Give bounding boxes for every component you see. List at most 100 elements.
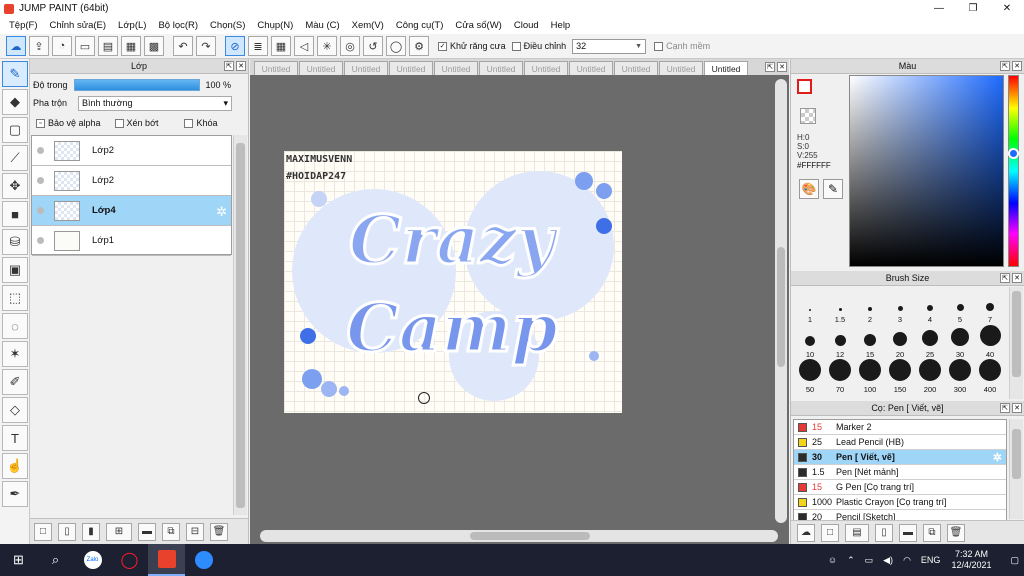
- menu-help[interactable]: Help: [545, 20, 577, 31]
- canvas-horizontal-scrollbar[interactable]: [260, 530, 778, 542]
- undo-icon[interactable]: ↶: [173, 36, 193, 56]
- brush-size-cell[interactable]: 70: [825, 359, 855, 394]
- operation-tool-icon[interactable]: ☝: [2, 453, 28, 479]
- brush-size-cell[interactable]: 7: [975, 289, 1005, 324]
- wifi-icon[interactable]: ◠: [903, 555, 911, 566]
- visibility-icon[interactable]: [37, 147, 44, 154]
- float-icon[interactable]: ⇱: [765, 62, 775, 72]
- brush-size-cell[interactable]: 300: [945, 359, 975, 394]
- concentric-ruler-icon[interactable]: ◎: [340, 36, 360, 56]
- notification-icon[interactable]: ▢: [1010, 555, 1019, 566]
- cloud-sync-icon[interactable]: ☁: [6, 36, 26, 56]
- menu-select[interactable]: Chọn(S): [204, 20, 251, 31]
- zoom-app-icon[interactable]: [185, 544, 222, 576]
- pen-row[interactable]: 15 Marker 2: [794, 420, 1006, 435]
- network-icon[interactable]: ▭: [865, 555, 874, 566]
- fill-rect-tool-icon[interactable]: ■: [2, 201, 28, 227]
- visibility-icon[interactable]: [37, 237, 44, 244]
- cloud-brush-icon[interactable]: ☁: [797, 523, 815, 542]
- merge-layer-icon[interactable]: ⊟: [186, 522, 204, 541]
- drawing-canvas[interactable]: Crazy Camp MAXIMUSVENN #HOIDAP247: [284, 151, 622, 413]
- menu-window[interactable]: Cửa số(W): [449, 20, 507, 31]
- windows-start-icon[interactable]: ⊞: [0, 544, 37, 576]
- brush-size-cell[interactable]: 10: [795, 324, 825, 359]
- foreground-color-swatch[interactable]: [797, 79, 812, 94]
- brush-size-cell[interactable]: 12: [825, 324, 855, 359]
- perspective-ruler-icon[interactable]: ◁: [294, 36, 314, 56]
- pen-row[interactable]: 1.5 Pen [Nét mảnh]: [794, 465, 1006, 480]
- hue-slider[interactable]: [1008, 75, 1019, 267]
- clock[interactable]: 7:32 AM 12/4/2021: [951, 549, 991, 571]
- brush-size-cell[interactable]: 40: [975, 324, 1005, 359]
- brush-size-cell[interactable]: 1: [795, 289, 825, 324]
- tab-document[interactable]: Untitled: [659, 61, 703, 75]
- float-icon[interactable]: ⇱: [1000, 61, 1010, 71]
- language-indicator[interactable]: ENG: [921, 555, 941, 565]
- balloon-icon[interactable]: ▭: [75, 36, 95, 56]
- saturation-value-picker[interactable]: [849, 75, 1004, 267]
- brush-page-icon[interactable]: ▯: [875, 523, 893, 542]
- tab-document[interactable]: Untitled: [344, 61, 388, 75]
- visibility-icon[interactable]: [37, 177, 44, 184]
- adjust-checkbox[interactable]: [511, 41, 521, 51]
- brush-size-cell[interactable]: 200: [915, 359, 945, 394]
- adjust-value-select[interactable]: 32 ▼: [572, 38, 647, 54]
- brush-menu-icon[interactable]: ▤: [845, 523, 869, 542]
- volume-icon[interactable]: ◀): [883, 555, 893, 566]
- menu-file[interactable]: Tệp(F): [3, 20, 44, 31]
- radial-ruler-icon[interactable]: ✳: [317, 36, 337, 56]
- blend-mode-select[interactable]: Bình thường ▾: [78, 95, 233, 111]
- jump-paint-app-icon[interactable]: [148, 544, 185, 576]
- opera-app-icon[interactable]: ◯: [111, 544, 148, 576]
- curve-ruler-icon[interactable]: ↺: [363, 36, 383, 56]
- search-icon[interactable]: ⌕: [37, 544, 74, 576]
- duplicate-layer-icon[interactable]: ⧉: [162, 522, 180, 541]
- tray-expand-icon[interactable]: ⌃: [847, 555, 855, 566]
- close-icon[interactable]: ✕: [236, 61, 246, 71]
- menu-filter[interactable]: Bộ lọc(R): [152, 20, 204, 31]
- menu-capture[interactable]: Chụp(N): [251, 20, 299, 31]
- layer-row[interactable]: Lớp1: [32, 226, 231, 256]
- brush-size-cell[interactable]: 5: [945, 289, 975, 324]
- palette-edit-icon[interactable]: ✎: [823, 179, 843, 199]
- menu-edit[interactable]: Chỉnh sửa(E): [44, 20, 113, 31]
- move-tool-icon[interactable]: ✥: [2, 173, 28, 199]
- bucket-tool-icon[interactable]: ⛁: [2, 229, 28, 255]
- menu-cloud[interactable]: Cloud: [508, 20, 545, 31]
- brush-size-cell[interactable]: 4: [915, 289, 945, 324]
- new-layer-8bit-icon[interactable]: ▯: [58, 522, 76, 541]
- protect-alpha-checkbox[interactable]: ▫: [36, 118, 45, 128]
- brush-size-cell[interactable]: 25: [915, 324, 945, 359]
- brush-size-cell[interactable]: 100: [855, 359, 885, 394]
- visibility-icon[interactable]: [37, 207, 44, 214]
- tab-document[interactable]: Untitled: [614, 61, 658, 75]
- pen-tool-icon[interactable]: ✎: [2, 61, 28, 87]
- parallel-ruler-icon[interactable]: ≣: [248, 36, 268, 56]
- gear-icon[interactable]: ✲: [993, 451, 1002, 464]
- export-icon[interactable]: ⇪: [29, 36, 49, 56]
- rectangle-tool-icon[interactable]: ▢: [2, 117, 28, 143]
- menu-color[interactable]: Màu (C): [299, 20, 345, 31]
- tab-document[interactable]: Untitled: [389, 61, 433, 75]
- menu-view[interactable]: Xem(V): [346, 20, 390, 31]
- new-layer-icon[interactable]: □: [34, 522, 52, 541]
- layer-row[interactable]: Lớp2: [32, 136, 231, 166]
- tab-document[interactable]: Untitled: [569, 61, 613, 75]
- select-eraser-tool-icon[interactable]: ◇: [2, 397, 28, 423]
- float-icon[interactable]: ⇱: [1000, 403, 1010, 413]
- add-folder-icon[interactable]: ⊞: [106, 522, 132, 541]
- palette-icon[interactable]: 🎨: [799, 179, 819, 199]
- brush-size-cell[interactable]: 50: [795, 359, 825, 394]
- tab-document[interactable]: Untitled: [299, 61, 343, 75]
- opacity-slider[interactable]: [73, 79, 200, 91]
- hue-handle[interactable]: [1008, 148, 1019, 159]
- line-tool-icon[interactable]: ⟋: [2, 145, 28, 171]
- smooth-edge-checkbox[interactable]: [654, 41, 664, 51]
- new-layer-1bit-icon[interactable]: ▮: [82, 522, 100, 541]
- pen-row[interactable]: 15 G Pen [Cọ trang trí]: [794, 480, 1006, 495]
- grid-layout-icon[interactable]: ▩: [144, 36, 164, 56]
- eraser-tool-icon[interactable]: ◆: [2, 89, 28, 115]
- minimize-button[interactable]: —: [922, 0, 956, 17]
- maximize-button[interactable]: ❐: [956, 0, 990, 17]
- grid-ruler-icon[interactable]: ▦: [271, 36, 291, 56]
